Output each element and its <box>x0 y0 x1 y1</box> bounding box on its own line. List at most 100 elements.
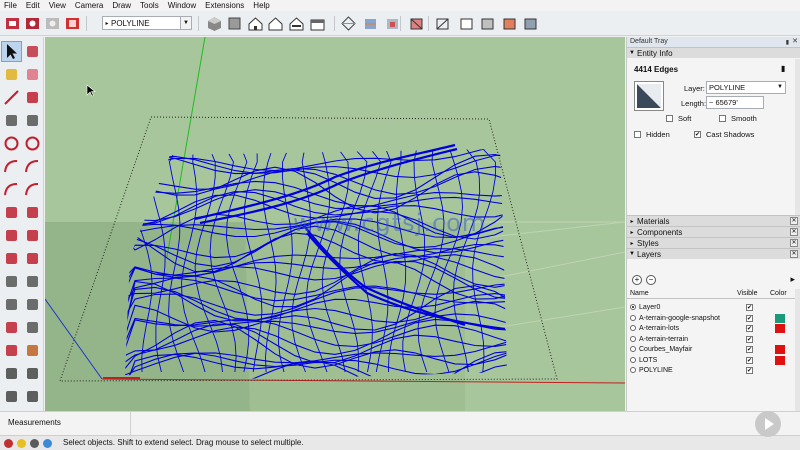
zoom-extents-icon[interactable] <box>2 387 21 406</box>
close-icon[interactable]: ✕ <box>792 37 798 47</box>
protractor-icon[interactable] <box>2 295 21 314</box>
menu-extensions[interactable]: Extensions <box>201 0 249 11</box>
layer-row[interactable]: Courbes_Mayfair ✔ <box>627 344 800 355</box>
freehand-tool-icon[interactable] <box>23 88 42 107</box>
front-view-icon[interactable] <box>247 15 264 32</box>
panel-header-materials[interactable]: ▸ Materials ✕ <box>627 215 800 226</box>
dimension-tool-icon[interactable] <box>23 272 42 291</box>
active-layer-radio[interactable] <box>630 346 636 352</box>
pie-tool-icon[interactable] <box>23 180 42 199</box>
extension-warehouse-icon[interactable] <box>64 15 81 32</box>
drawing-viewport[interactable]: www.cgtsj.com <box>45 37 625 411</box>
close-icon[interactable]: ✕ <box>790 239 798 247</box>
layer-row[interactable]: A-terrain-google-snapshot ✔ <box>627 313 800 324</box>
layer-name[interactable]: Layer0 <box>639 302 660 313</box>
layer-row[interactable]: Layer0 ✔ <box>627 302 800 313</box>
menu-file[interactable]: File <box>0 0 22 11</box>
color-column-header[interactable]: Color <box>770 289 787 299</box>
layer-field[interactable]: POLYLINE ▼ <box>706 81 786 94</box>
line-tool-icon[interactable] <box>2 88 21 107</box>
close-icon[interactable]: ✕ <box>790 250 798 258</box>
layer-color-swatch[interactable] <box>775 345 785 354</box>
display-section-icon[interactable] <box>362 15 379 32</box>
layer-row[interactable]: POLYLINE ✔ <box>627 365 800 376</box>
share-model-icon[interactable] <box>24 15 41 32</box>
shaded-textures-icon[interactable] <box>501 15 518 32</box>
close-icon[interactable]: ✕ <box>790 217 798 225</box>
visible-checkbox[interactable]: ✔ <box>746 325 753 332</box>
visible-checkbox[interactable]: ✔ <box>746 346 753 353</box>
move-tool-icon[interactable] <box>2 203 21 222</box>
details-arrow-icon[interactable]: ▸ <box>790 274 795 285</box>
menu-window[interactable]: Window <box>164 0 201 11</box>
active-layer-radio[interactable] <box>630 314 636 321</box>
instructor-icon[interactable] <box>43 439 52 448</box>
text-tool-icon[interactable] <box>23 295 42 314</box>
layer-color-swatch[interactable] <box>775 355 785 365</box>
xray-icon[interactable] <box>408 15 425 32</box>
layer-dropdown[interactable]: ▸ POLYLINE ▼ <box>102 16 192 30</box>
visible-checkbox[interactable]: ✔ <box>746 367 753 374</box>
menu-camera[interactable]: Camera <box>71 0 108 11</box>
visible-column-header[interactable]: Visible <box>737 289 758 299</box>
active-layer-radio[interactable] <box>630 356 636 363</box>
name-column-header[interactable]: Name <box>630 289 649 299</box>
orbit-tool-icon[interactable] <box>2 341 21 360</box>
shaded-icon[interactable] <box>479 15 496 32</box>
panel-header-entity-info[interactable]: ▼ Entity Info <box>627 47 800 58</box>
active-layer-radio[interactable] <box>630 304 636 310</box>
smooth-checkbox[interactable] <box>719 115 726 122</box>
menu-draw[interactable]: Draw <box>108 0 136 11</box>
arc-tool-icon[interactable] <box>2 157 21 176</box>
zoom-tool-icon[interactable] <box>2 364 21 383</box>
visible-checkbox[interactable]: ✔ <box>746 314 753 322</box>
axes-tool-icon[interactable] <box>2 318 21 337</box>
length-field[interactable]: ~ 65679' <box>706 96 764 109</box>
section-cuts-icon[interactable] <box>384 15 401 32</box>
iso-view-icon[interactable] <box>206 15 223 32</box>
soft-checkbox[interactable] <box>666 115 673 122</box>
panel-header-styles[interactable]: ▸ Styles ✕ <box>627 237 800 248</box>
two-point-arc-icon[interactable] <box>23 157 42 176</box>
hidden-checkbox[interactable] <box>634 131 641 138</box>
menu-tools[interactable]: Tools <box>136 0 164 11</box>
user-icon[interactable] <box>30 439 39 448</box>
remove-layer-icon[interactable]: − <box>646 275 656 285</box>
left-view-icon[interactable] <box>309 15 326 32</box>
layer-color-swatch[interactable] <box>775 313 785 323</box>
section-plane-icon[interactable] <box>340 15 357 32</box>
push-pull-icon[interactable] <box>23 203 42 222</box>
layer-row[interactable]: A-terrain-lots ✔ <box>627 323 800 334</box>
add-layer-icon[interactable]: + <box>632 275 642 285</box>
menu-view[interactable]: View <box>45 0 71 11</box>
active-layer-radio[interactable] <box>630 335 636 342</box>
share-component-icon[interactable] <box>44 15 61 32</box>
offset-tool-icon[interactable] <box>23 249 42 268</box>
visible-checkbox[interactable]: ✔ <box>746 335 753 343</box>
credits-icon[interactable] <box>17 439 26 448</box>
layers-scrollbar[interactable] <box>795 289 800 411</box>
layer-color-swatch[interactable] <box>775 324 785 333</box>
scale-tool-icon[interactable] <box>2 249 21 268</box>
eraser-icon[interactable] <box>23 65 42 84</box>
chevron-down-icon[interactable]: ▼ <box>180 17 191 29</box>
pan-tool-icon[interactable] <box>23 341 42 360</box>
rotate-tool-icon[interactable] <box>2 226 21 245</box>
layer-row[interactable]: LOTS ✔ <box>627 355 800 366</box>
component-tool-icon[interactable] <box>23 42 42 61</box>
tape-measure-icon[interactable] <box>2 272 21 291</box>
back-view-icon[interactable] <box>288 15 305 32</box>
layer-name[interactable]: A-terrain-terrain <box>639 334 688 345</box>
three-point-arc-icon[interactable] <box>2 180 21 199</box>
close-icon[interactable]: ✕ <box>790 228 798 236</box>
panel-header-layers[interactable]: ▼ Layers ✕ <box>627 248 800 259</box>
panel-header-components[interactable]: ▸ Components ✕ <box>627 226 800 237</box>
active-layer-radio[interactable] <box>630 367 636 373</box>
rectangle-tool-icon[interactable] <box>2 111 21 130</box>
menu-help[interactable]: Help <box>249 0 274 11</box>
right-view-icon[interactable] <box>267 15 284 32</box>
layer-name[interactable]: POLYLINE <box>639 365 673 376</box>
3d-text-icon[interactable] <box>23 318 42 337</box>
select-tool-icon[interactable] <box>1 41 22 62</box>
get-models-icon[interactable] <box>4 15 21 32</box>
